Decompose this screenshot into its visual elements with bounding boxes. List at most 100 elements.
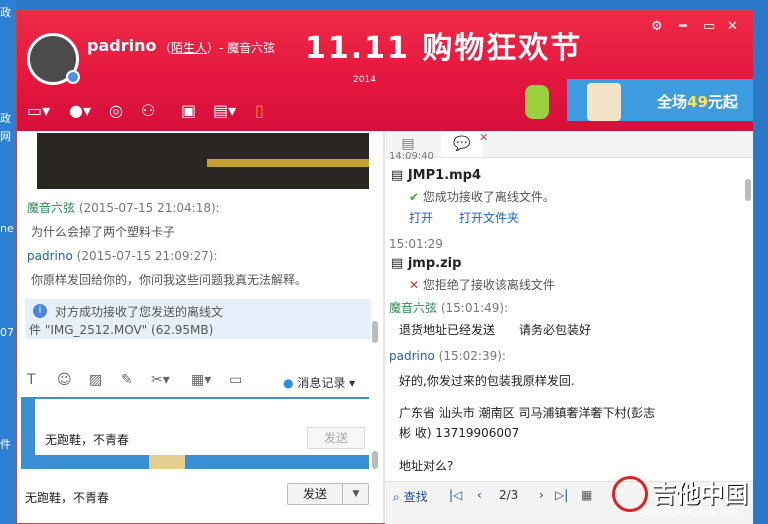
stranger-link[interactable]: 陌生人 xyxy=(171,41,207,55)
page-indicator: 2/3 xyxy=(499,488,519,502)
message-records-button[interactable]: ● 消息记录 ▾ xyxy=(283,374,355,391)
online-status-icon xyxy=(66,70,80,84)
message-body: 你原样发回给你的，你问我这些问题我真无法解释。 xyxy=(31,273,308,287)
image-message[interactable] xyxy=(37,133,369,189)
file-notice: i 对方成功接收了您发送的离线文 件 "IMG_2512.MOV" (62.95… xyxy=(25,299,371,339)
open-file-link[interactable]: 打开 xyxy=(409,209,433,226)
snapshot-icon[interactable]: ▭ xyxy=(229,372,242,388)
screenshot-icon[interactable]: ✂▾ xyxy=(151,372,170,388)
voice-call-icon[interactable]: ●▾ xyxy=(69,101,91,120)
desktop-label: 政 xyxy=(0,6,11,19)
embedded-image-strip xyxy=(149,455,185,469)
find-label: 查找 xyxy=(403,490,428,504)
next-page-icon[interactable]: › xyxy=(539,488,544,502)
file-item: ▤ jmp.zip xyxy=(391,256,461,271)
add-contact-icon[interactable]: ⚇ xyxy=(141,101,155,120)
avatar[interactable] xyxy=(27,33,80,85)
log-scrollbar-thumb[interactable] xyxy=(745,179,751,201)
message-time: (15:01:49): xyxy=(440,301,509,315)
message-body: 地址对么? xyxy=(399,459,454,473)
file-transfer-icon[interactable]: ▭▾ xyxy=(27,101,50,120)
timestamp: 15:01:29 xyxy=(389,237,443,251)
file-icon: ▤ xyxy=(391,168,404,183)
desktop-label: ne xyxy=(0,222,14,235)
edit-icon[interactable]: ✎ xyxy=(121,372,133,388)
message-body: 为什么会掉了两个塑料卡子 xyxy=(31,225,176,239)
prev-page-icon[interactable]: ‹ xyxy=(477,488,482,502)
file-icon: ▤ xyxy=(391,256,404,271)
image-content xyxy=(207,159,369,167)
file-name: jmp.zip xyxy=(407,256,462,271)
settings-icon[interactable]: ⚙ xyxy=(651,19,663,34)
desktop-label: 网 xyxy=(0,130,11,143)
scrollbar-thumb[interactable] xyxy=(372,321,378,343)
desktop-label: 件 xyxy=(0,438,11,451)
send-label: 发送 xyxy=(302,487,327,501)
message-header: 魔音六弦 (2015-07-15 21:04:18): xyxy=(27,199,220,216)
contact-name[interactable]: padrino xyxy=(87,36,156,55)
last-page-icon[interactable]: ▷| xyxy=(555,488,568,502)
find-button[interactable]: ⌕ 查找 xyxy=(393,488,428,505)
desktop-label: 07 xyxy=(0,326,14,339)
close-icon[interactable]: ✕ xyxy=(727,19,738,34)
tab-records[interactable]: 💬 xyxy=(441,131,483,157)
chat-window: padrino （陌生人）- 魔音六弦 11.11 购物狂欢节 2014 ⚙ ━… xyxy=(16,10,754,524)
font-icon[interactable]: T xyxy=(27,372,36,388)
desktop-label: 政 xyxy=(0,112,11,125)
message-log-pane: ▤ 💬 ✕ 14:09:40 ▤ JMP1.mp4 ✔ 您成功接收了离线文件。 … xyxy=(385,131,753,524)
message-input[interactable]: 无跑鞋，不青春 xyxy=(25,489,109,506)
chat-header: padrino （陌生人）- 魔音六弦 11.11 购物狂欢节 2014 ⚙ ━… xyxy=(17,11,753,131)
embedded-input: 无跑鞋，不青春 发送 xyxy=(35,399,371,455)
side-tabs: ▤ 💬 ✕ xyxy=(385,131,753,158)
message-body: 彬 收) 13719906007 xyxy=(399,426,520,440)
message-sender[interactable]: padrino xyxy=(389,349,435,363)
records-label: 消息记录 xyxy=(297,376,346,390)
watermark: 吉他中国 bbs.GuitarChina.com xyxy=(612,474,768,524)
info-icon: i xyxy=(33,304,47,318)
ad-banner[interactable]: 全场49元起 xyxy=(567,79,753,121)
desktop-edge: 政 政 网 ne 07 件 xyxy=(0,0,16,524)
banner-title: 11.11 购物狂欢节 xyxy=(305,31,583,66)
first-page-icon[interactable]: |◁ xyxy=(449,488,462,502)
check-icon: ✔ xyxy=(409,190,420,204)
phone-icon[interactable]: ▯ xyxy=(255,101,264,120)
file-item: ▤ JMP1.mp4 xyxy=(391,168,481,183)
mascot-icon xyxy=(525,85,549,119)
message-sender[interactable]: 魔音六弦 xyxy=(389,301,437,315)
message-time: (15:02:39): xyxy=(438,349,506,363)
more-apps-icon[interactable]: ▤▾ xyxy=(213,101,236,120)
file-status: ✕ 您拒绝了接收该离线文件 xyxy=(409,276,555,293)
calendar-icon[interactable]: ▦ xyxy=(581,488,592,502)
send-options-icon[interactable]: ▼ xyxy=(342,484,369,504)
message-header: padrino (15:02:39): xyxy=(389,349,506,363)
table-icon[interactable]: ▦▾ xyxy=(191,372,211,388)
file-status: ✔ 您成功接收了离线文件。 xyxy=(409,188,555,205)
ad-prefix: 全场 xyxy=(657,93,688,111)
minimize-icon[interactable]: ━ xyxy=(679,19,687,34)
embedded-screenshot: 无跑鞋，不青春 发送 xyxy=(21,397,371,469)
message-body: 广东省 汕头市 潮南区 司马浦镇奢洋奢下村(彭志 xyxy=(399,406,656,420)
open-folder-link[interactable]: 打开文件夹 xyxy=(459,209,519,226)
share-screen-icon[interactable]: ▣ xyxy=(181,101,196,120)
message-input-bar: 无跑鞋，不青春 发送 ▼ xyxy=(17,479,383,523)
chat-bubble-icon: ● xyxy=(283,376,294,390)
ad-text: 全场49元起 xyxy=(657,91,738,112)
remote-assist-icon[interactable]: ◎ xyxy=(109,101,123,120)
image-icon[interactable]: ▨ xyxy=(89,372,102,388)
maximize-icon[interactable]: ▭ xyxy=(703,19,715,34)
paren-open: （ xyxy=(159,41,172,55)
ad-suffix: 元起 xyxy=(707,93,738,111)
send-button[interactable]: 发送 ▼ xyxy=(287,483,369,505)
close-tab-icon[interactable]: ✕ xyxy=(479,131,488,144)
banner-year: 2014 xyxy=(353,75,376,85)
message-sender[interactable]: 魔音六弦 xyxy=(27,201,75,215)
reject-icon: ✕ xyxy=(409,278,420,292)
timestamp-cut: 14:09:40 xyxy=(389,151,434,162)
message-time: (2015-07-15 21:04:18): xyxy=(78,201,220,215)
message-body: 退货地址已经发送 请务必包装好 xyxy=(399,323,592,337)
input-scrollbar[interactable] xyxy=(372,451,378,469)
watermark-url: bbs.GuitarChina.com xyxy=(644,508,739,518)
message-sender[interactable]: padrino xyxy=(27,249,73,263)
embedded-input-text: 无跑鞋，不青春 xyxy=(45,433,130,447)
emoji-icon[interactable]: ☺ xyxy=(57,372,72,388)
